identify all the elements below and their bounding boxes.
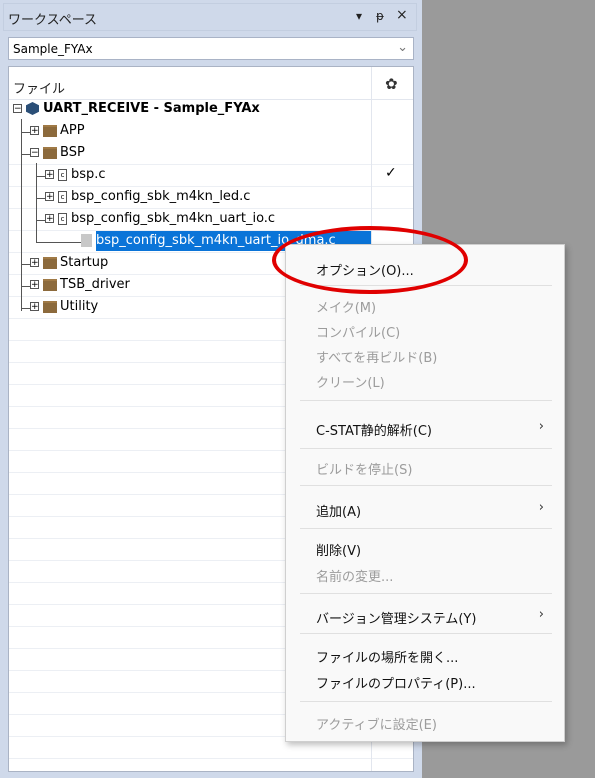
node-label: bsp_config_sbk_m4kn_led.c (71, 189, 251, 204)
chevron-right-icon: › (538, 419, 544, 434)
configuration-select-value: Sample_FYAx (13, 42, 93, 56)
tree-node-uart-io[interactable]: + c bsp_config_sbk_m4kn_uart_io.c (45, 209, 275, 229)
menu-item-add[interactable]: 追加(A) (316, 501, 361, 520)
menu-item-rebuild-all: すべてを再ビルド(B) (316, 351, 438, 366)
menu-separator (300, 485, 552, 486)
folder-icon (43, 124, 57, 137)
folder-icon (43, 256, 57, 269)
project-icon (26, 102, 39, 115)
chevron-down-icon: ⌄ (397, 40, 408, 55)
node-label: bsp.c (71, 167, 106, 182)
configuration-select[interactable]: Sample_FYAx ⌄ (8, 37, 414, 60)
menu-item-remove[interactable]: 削除(V) (316, 540, 361, 559)
menu-item-compile: コンパイル(C) (316, 326, 401, 341)
c-file-icon: c (58, 190, 67, 203)
node-label: TSB_driver (60, 277, 130, 292)
menu-item-version-control[interactable]: バージョン管理システム(Y) (316, 608, 476, 627)
expand-icon[interactable]: + (45, 170, 54, 180)
context-menu: オプション(O)... メイク(M) コンパイル(C) すべてを再ビルド(B) … (285, 244, 565, 742)
project-label: UART_RECEIVE - Sample_FYAx (43, 101, 260, 116)
node-label: bsp_config_sbk_m4kn_uart_io.c (71, 211, 276, 226)
expand-icon[interactable]: + (30, 258, 39, 268)
menu-item-file-properties[interactable]: ファイルのプロパティ(P)... (316, 673, 476, 692)
c-file-icon: c (58, 212, 67, 225)
folder-icon (43, 300, 57, 313)
close-icon[interactable]: × (396, 7, 408, 23)
menu-separator (300, 593, 552, 594)
menu-item-cstat[interactable]: C-STAT静的解析(C) (316, 420, 432, 439)
menu-item-clean: クリーン(L) (316, 376, 385, 391)
tree-line (21, 119, 22, 311)
collapse-icon[interactable]: − (30, 148, 39, 158)
node-label: Startup (60, 255, 109, 270)
expand-icon[interactable]: + (30, 280, 39, 290)
tree-line (36, 163, 37, 243)
node-label: BSP (60, 145, 85, 160)
node-label: APP (60, 123, 85, 138)
file-icon (81, 234, 92, 247)
file-column-header[interactable]: ファイル (13, 78, 65, 97)
menu-item-options[interactable]: オプション(O)... (316, 260, 414, 279)
workspace-title: ワークスペース (8, 13, 98, 28)
tree-node-bsp-c[interactable]: + c bsp.c (45, 165, 106, 185)
menu-separator (300, 400, 552, 401)
menu-separator (300, 633, 552, 634)
folder-icon (43, 146, 57, 159)
tree-node-app[interactable]: + APP (30, 121, 85, 141)
expand-icon[interactable]: + (45, 192, 54, 202)
node-label: Utility (60, 299, 99, 314)
c-file-icon: c (58, 168, 67, 181)
menu-item-make: メイク(M) (316, 301, 377, 316)
checkmark-icon: ✓ (385, 165, 397, 181)
menu-separator (300, 448, 552, 449)
menu-item-set-active: アクティブに設定(E) (316, 718, 437, 733)
folder-icon (43, 278, 57, 291)
menu-item-stop-build: ビルドを停止(S) (316, 463, 413, 478)
menu-separator (300, 701, 552, 702)
menu-separator (300, 528, 552, 529)
workspace-titlebar: ワークスペース ▾ ᵽ × (3, 3, 417, 31)
chevron-right-icon: › (538, 500, 544, 515)
expand-icon[interactable]: + (45, 214, 54, 224)
expand-icon[interactable]: + (30, 126, 39, 136)
tree-node-utility[interactable]: + Utility (30, 297, 98, 317)
menu-item-open-location[interactable]: ファイルの場所を開く... (316, 647, 458, 666)
tree-node-startup[interactable]: + Startup (30, 253, 108, 273)
tree-node-bsp[interactable]: − BSP (30, 143, 85, 163)
expand-icon[interactable]: + (30, 302, 39, 312)
dropdown-icon[interactable]: ▾ (356, 9, 362, 23)
tree-node-tsb-driver[interactable]: + TSB_driver (30, 275, 130, 295)
tree-node-project[interactable]: − UART_RECEIVE - Sample_FYAx (13, 99, 260, 119)
pin-icon[interactable]: ᵽ (376, 9, 384, 23)
tree-node-led[interactable]: + c bsp_config_sbk_m4kn_led.c (45, 187, 250, 207)
chevron-right-icon: › (538, 607, 544, 622)
gear-icon[interactable]: ✿ (385, 75, 398, 93)
menu-separator (300, 285, 552, 286)
collapse-icon[interactable]: − (13, 104, 22, 114)
menu-item-rename: 名前の変更... (316, 570, 394, 585)
